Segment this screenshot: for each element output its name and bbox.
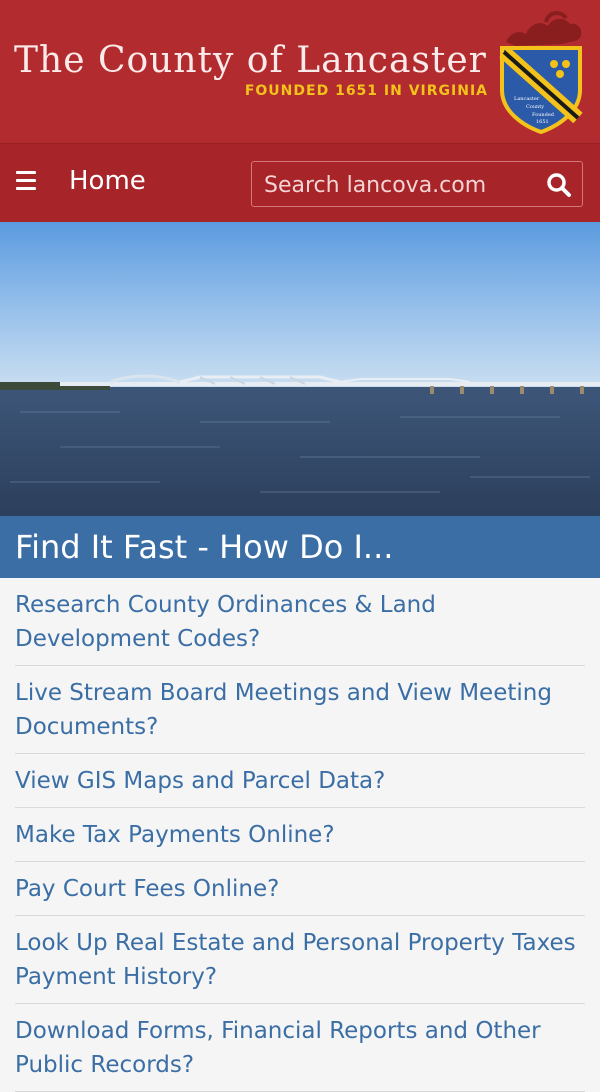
list-item: Make Tax Payments Online? — [15, 808, 585, 862]
crest-text-1: Lancaster — [514, 96, 540, 102]
link-tax-payment-history[interactable]: Look Up Real Estate and Personal Propert… — [15, 930, 576, 990]
crest-text-2: County — [526, 104, 544, 110]
county-crest-icon[interactable]: Lancaster County Founded 1651 — [496, 8, 586, 134]
search-box — [251, 161, 583, 208]
site-header: The County of Lancaster FOUNDED 1651 IN … — [0, 0, 600, 143]
bridge-photo — [0, 222, 600, 516]
list-item: View GIS Maps and Parcel Data? — [15, 754, 585, 808]
site-tagline: FOUNDED 1651 IN VIRGINIA — [244, 83, 488, 99]
home-link[interactable]: Home — [69, 166, 146, 196]
link-live-stream-meetings[interactable]: Live Stream Board Meetings and View Meet… — [15, 680, 552, 740]
site-title[interactable]: The County of Lancaster — [14, 40, 487, 81]
crest-text-4: 1651 — [536, 119, 549, 125]
list-item: Look Up Real Estate and Personal Propert… — [15, 916, 585, 1004]
crest-text-3: Founded — [532, 112, 555, 118]
hamburger-menu-icon[interactable] — [16, 171, 36, 190]
search-icon[interactable] — [546, 172, 572, 198]
list-item: Pay Court Fees Online? — [15, 862, 585, 916]
search-input[interactable] — [262, 162, 536, 208]
list-item: Research County Ordinances & Land Develo… — [15, 578, 585, 666]
hero-image — [0, 222, 600, 516]
quick-links-list: Research County Ordinances & Land Develo… — [0, 578, 600, 1092]
list-item: Download Forms, Financial Reports and Ot… — [15, 1004, 585, 1092]
link-court-fees[interactable]: Pay Court Fees Online? — [15, 876, 279, 902]
find-it-fast-heading: Find It Fast - How Do I... — [0, 516, 600, 578]
link-gis-maps[interactable]: View GIS Maps and Parcel Data? — [15, 768, 385, 794]
list-item: Live Stream Board Meetings and View Meet… — [15, 666, 585, 754]
top-navbar: Home — [0, 143, 600, 222]
link-tax-payments[interactable]: Make Tax Payments Online? — [15, 822, 335, 848]
link-download-forms[interactable]: Download Forms, Financial Reports and Ot… — [15, 1018, 541, 1078]
link-county-ordinances[interactable]: Research County Ordinances & Land Develo… — [15, 592, 436, 652]
